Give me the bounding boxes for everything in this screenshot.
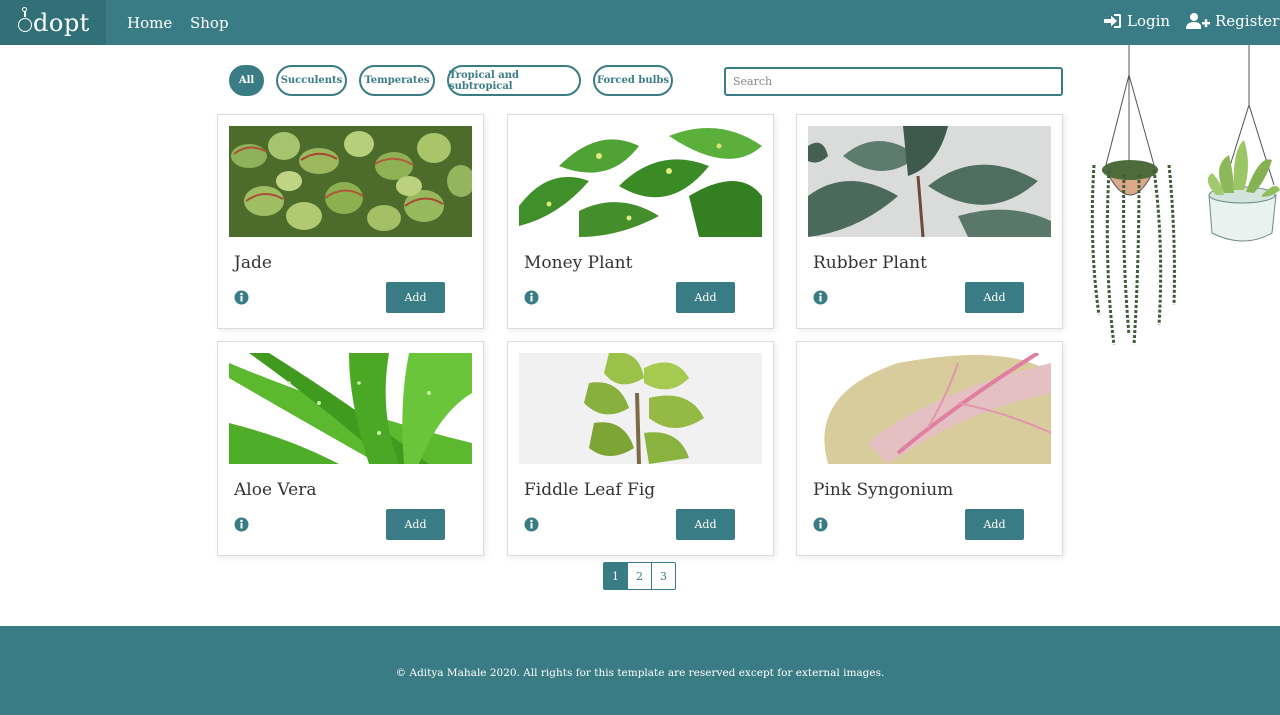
product-name: Fiddle Leaf Fig [524, 480, 656, 500]
info-circle-icon[interactable] [813, 290, 828, 305]
login-link[interactable]: Login [1103, 12, 1170, 30]
user-plus-icon [1186, 13, 1210, 29]
login-label: Login [1127, 12, 1171, 30]
product-card-rubber-plant: Rubber Plant Add [796, 114, 1063, 329]
info-circle-icon[interactable] [234, 517, 249, 532]
product-name: Pink Syngonium [813, 480, 954, 500]
product-image-pink-syngonium[interactable] [808, 353, 1051, 464]
navbar: dopt Home Shop Login Register [0, 0, 1280, 45]
add-button[interactable]: Add [965, 509, 1024, 540]
page-1-button[interactable]: 1 [603, 562, 628, 590]
add-button[interactable]: Add [386, 282, 445, 313]
filter-forced-bulbs[interactable]: Forced bulbs [593, 65, 673, 96]
product-image-fiddle-leaf-fig[interactable] [519, 353, 762, 464]
add-button[interactable]: Add [676, 282, 735, 313]
filter-all[interactable]: All [229, 65, 264, 96]
hanging-plants-illustration [1090, 45, 1280, 346]
brand-logo[interactable]: dopt [0, 0, 106, 45]
product-name: Aloe Vera [234, 480, 317, 500]
filter-temperates[interactable]: Temperates [359, 65, 435, 96]
add-button[interactable]: Add [676, 509, 735, 540]
brand-text: dopt [33, 8, 90, 37]
info-circle-icon[interactable] [813, 517, 828, 532]
nav-home-link[interactable]: Home [127, 14, 172, 32]
product-card-fiddle-leaf-fig: Fiddle Leaf Fig Add [507, 341, 774, 556]
footer-copyright: © Aditya Mahale 2020. All rights for thi… [395, 667, 885, 679]
product-card-money-plant: Money Plant Add [507, 114, 774, 329]
filter-tropical[interactable]: Tropical and subtropical [447, 65, 581, 96]
product-image-aloe-vera[interactable] [229, 353, 472, 464]
add-button[interactable]: Add [965, 282, 1024, 313]
pagination: 1 2 3 [603, 562, 676, 590]
sign-in-icon [1104, 14, 1121, 28]
product-card-aloe-vera: Aloe Vera Add [217, 341, 484, 556]
info-circle-icon[interactable] [234, 290, 249, 305]
register-link[interactable]: Register [1186, 12, 1279, 30]
product-image-jade[interactable] [229, 126, 472, 237]
page-2-button[interactable]: 2 [627, 562, 652, 590]
product-name: Jade [234, 253, 272, 273]
info-circle-icon[interactable] [524, 517, 539, 532]
nav-shop-link[interactable]: Shop [190, 14, 229, 32]
search-input[interactable] [724, 67, 1063, 96]
product-card-jade: Jade Add [217, 114, 484, 329]
page-3-button[interactable]: 3 [651, 562, 676, 590]
register-label: Register [1215, 12, 1280, 30]
product-image-money-plant[interactable] [519, 126, 762, 237]
product-name: Money Plant [524, 253, 633, 273]
product-image-rubber-plant[interactable] [808, 126, 1051, 237]
footer: © Aditya Mahale 2020. All rights for thi… [0, 626, 1280, 715]
product-name: Rubber Plant [813, 253, 927, 273]
bulb-o-icon [18, 6, 32, 33]
info-circle-icon[interactable] [524, 290, 539, 305]
product-card-pink-syngonium: Pink Syngonium Add [796, 341, 1063, 556]
add-button[interactable]: Add [386, 509, 445, 540]
filter-succulents[interactable]: Succulents [276, 65, 347, 96]
